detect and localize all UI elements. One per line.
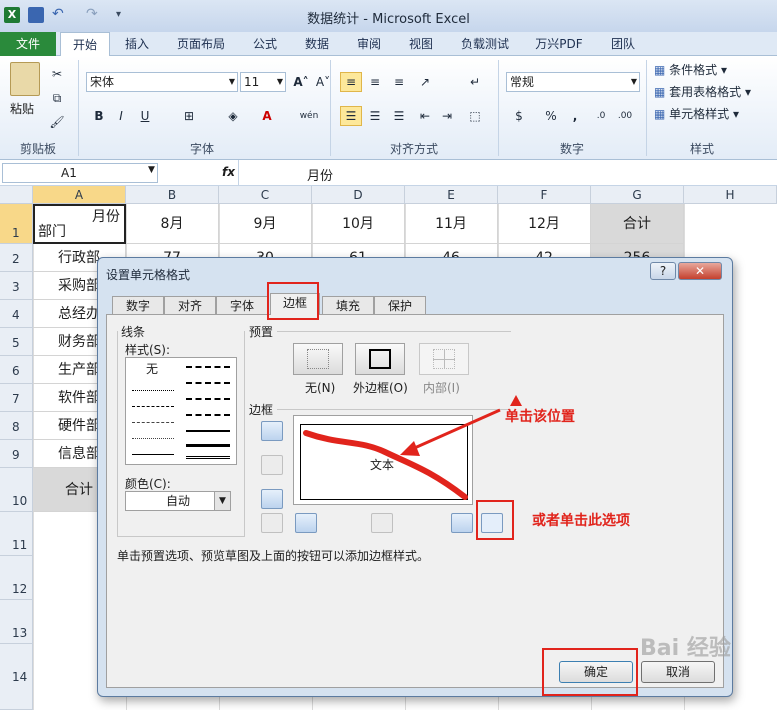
arrow-head (400, 441, 420, 456)
watermark: Bai 经验 (640, 636, 731, 661)
annotation-or-click-option: 或者单击此选项 (532, 513, 630, 529)
arrow-head (510, 395, 522, 406)
annotation-overlay (303, 395, 522, 500)
highlight-box-border-tab (267, 282, 319, 320)
arrow-shaft (409, 408, 501, 452)
annotation-click-position: 单击该位置 (505, 409, 575, 425)
highlight-box-diagonal-button (476, 500, 514, 540)
highlight-box-ok-button (542, 648, 638, 696)
red-diagonal-stroke (303, 430, 468, 500)
